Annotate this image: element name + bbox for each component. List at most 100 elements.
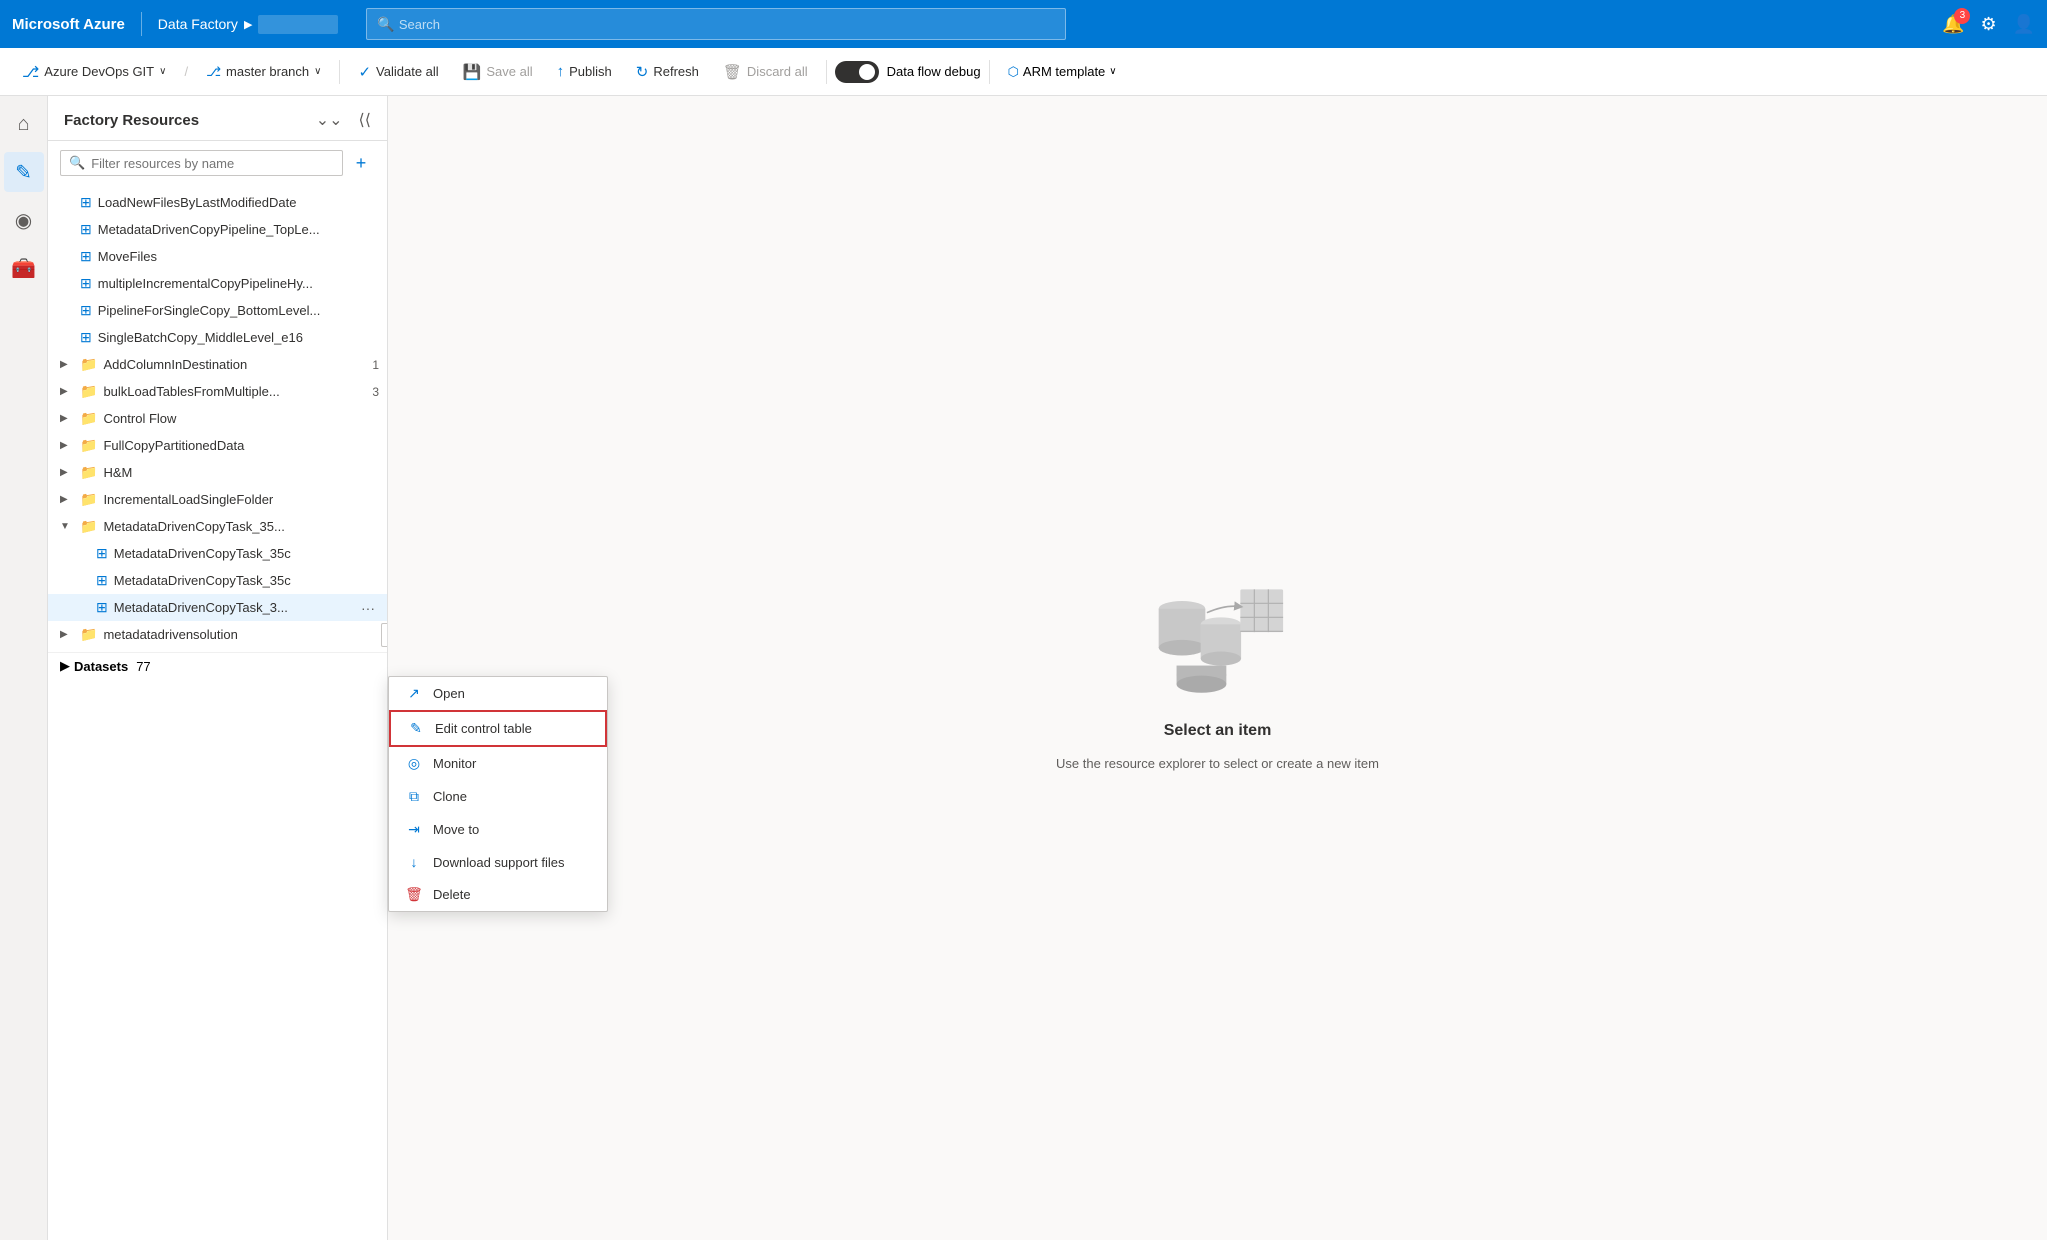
ctx-edit-control-table-item[interactable]: ✎ Edit control table <box>389 710 607 747</box>
git-branch-btn[interactable]: ⎇ Azure DevOps GIT ∨ <box>12 59 176 85</box>
arm-btn[interactable]: ⬡ ARM template ∨ <box>998 60 1127 84</box>
git-chevron: ∨ <box>159 66 166 77</box>
pipeline-icon: ⊞ <box>80 248 92 265</box>
list-item[interactable]: ⊞ MetadataDrivenCopyPipeline_TopLe... <box>48 216 387 243</box>
ctx-monitor-item[interactable]: ◎ Monitor <box>389 747 607 780</box>
debug-toggle[interactable] <box>835 61 879 83</box>
add-resource-btn[interactable]: + <box>347 149 375 177</box>
folder-icon: 📁 <box>80 410 97 427</box>
metadata-folder-item[interactable]: ▼ 📁 MetadataDrivenCopyTask_35... <box>48 513 387 540</box>
more-options-btn[interactable]: ··· <box>357 600 379 616</box>
notifications-btn[interactable]: 🔔 3 <box>1942 14 1964 35</box>
folder-icon: 📁 <box>80 383 97 400</box>
save-icon: 💾 <box>463 63 482 81</box>
item-label: MetadataDrivenCopyTask_35c <box>114 546 379 561</box>
item-label: MetadataDrivenCopyTask_3... <box>114 600 353 615</box>
list-item[interactable]: ⊞ LoadNewFilesByLastModifiedDate <box>48 189 387 216</box>
pencil-icon-btn[interactable]: ✎ <box>4 152 44 192</box>
branch-label: master branch <box>226 64 309 79</box>
download-icon: ↓ <box>405 854 423 870</box>
toolbar: ⎇ Azure DevOps GIT ∨ / ⎇ master branch ∨… <box>0 48 2047 96</box>
placeholder-subtitle: Use the resource explorer to select or c… <box>1056 756 1379 771</box>
ctx-download-label: Download support files <box>433 855 565 870</box>
ctx-delete-item[interactable]: 🗑 Delete <box>389 878 607 911</box>
discard-all-btn[interactable]: 🗑 Discard all <box>713 59 818 85</box>
expand-arrow: ▶ <box>60 386 76 397</box>
publish-btn[interactable]: ↑ Publish <box>547 59 622 84</box>
nav-icons: 🔔 3 ⚙ 👤 <box>1942 14 2035 35</box>
side-icons: ⌂ ✎ ◉ 🧰 <box>0 96 48 1240</box>
toolbox-icon-btn[interactable]: 🧰 <box>4 248 44 288</box>
toolbar-sep-1: / <box>180 64 192 79</box>
panel-header: Factory Resources ⌄⌄ ⟨⟨ <box>48 96 387 141</box>
arm-icon: ⬡ <box>1008 64 1019 80</box>
clone-icon: ⧉ <box>405 788 423 805</box>
item-label: PipelineForSingleCopy_BottomLevel... <box>98 303 379 318</box>
user-icon[interactable]: 👤 <box>2013 14 2035 35</box>
list-item[interactable]: ⊞ multipleIncrementalCopyPipelineHy... <box>48 270 387 297</box>
list-item[interactable]: ⊞ SingleBatchCopy_MiddleLevel_e16 <box>48 324 387 351</box>
item-count: 1 <box>372 358 379 372</box>
list-item[interactable]: ⊞ MetadataDrivenCopyTask_35c <box>48 567 387 594</box>
refresh-label: Refresh <box>653 64 699 79</box>
ctx-clone-item[interactable]: ⧉ Clone <box>389 780 607 813</box>
folder-icon: 📁 <box>80 518 97 535</box>
close-panel-btn[interactable]: ⟨⟨ <box>355 108 375 132</box>
arm-chevron: ∨ <box>1109 66 1116 77</box>
list-item[interactable]: ▶ 📁 AddColumnInDestination 1 <box>48 351 387 378</box>
list-item[interactable]: ⊞ MetadataDrivenCopyTask_35c <box>48 540 387 567</box>
brand-label: Microsoft Azure <box>12 16 125 33</box>
list-item[interactable]: ▶ 📁 FullCopyPartitionedData <box>48 432 387 459</box>
panel-title: Factory Resources <box>64 112 199 129</box>
sep-3 <box>826 60 827 84</box>
item-label: Control Flow <box>103 411 379 426</box>
actions-button[interactable]: Actions <box>381 623 387 647</box>
refresh-icon: ↻ <box>636 63 649 81</box>
monitor-icon-btn[interactable]: ◉ <box>4 200 44 240</box>
item-label: H&M <box>103 465 379 480</box>
df-breadcrumb-input[interactable] <box>258 15 338 34</box>
validate-all-btn[interactable]: ✓ Validate all <box>348 59 448 85</box>
validate-icon: ✓ <box>358 63 371 81</box>
list-item[interactable]: ▶ 📁 bulkLoadTablesFromMultiple... 3 <box>48 378 387 405</box>
search-icon: 🔍 <box>377 16 394 33</box>
search-box[interactable]: 🔍 <box>366 8 1066 40</box>
ctx-moveto-item[interactable]: ⇥ Move to <box>389 813 607 846</box>
item-label: FullCopyPartitionedData <box>103 438 379 453</box>
expand-arrow: ▶ <box>60 359 76 370</box>
filter-input[interactable] <box>91 156 334 171</box>
metadata-task-child3-item[interactable]: ⊞ MetadataDrivenCopyTask_3... ··· <box>48 594 387 621</box>
item-label: multipleIncrementalCopyPipelineHy... <box>98 276 379 291</box>
monitor-icon: ◎ <box>405 755 423 772</box>
ctx-moveto-label: Move to <box>433 822 479 837</box>
collapse-btn[interactable]: ⌄⌄ <box>312 108 347 132</box>
ctx-open-item[interactable]: ↗ Open <box>389 677 607 710</box>
metadatadrivensolution-item[interactable]: ▶ 📁 metadatadrivensolution Actions <box>48 621 387 648</box>
discard-icon: 🗑 <box>723 63 742 81</box>
moveto-icon: ⇥ <box>405 821 423 838</box>
settings-icon[interactable]: ⚙ <box>1980 14 1996 35</box>
ctx-clone-label: Clone <box>433 789 467 804</box>
pipeline-icon: ⊞ <box>80 221 92 238</box>
home-icon-btn[interactable]: ⌂ <box>4 104 44 144</box>
ctx-download-item[interactable]: ↓ Download support files <box>389 846 607 878</box>
pipeline-icon: ⊞ <box>80 275 92 292</box>
folder-icon: 📁 <box>80 437 97 454</box>
save-all-btn[interactable]: 💾 Save all <box>453 59 543 85</box>
tree-container: ⊞ LoadNewFilesByLastModifiedDate ⊞ Metad… <box>48 185 387 1240</box>
item-label: SingleBatchCopy_MiddleLevel_e16 <box>98 330 379 345</box>
list-item[interactable]: ▶ 📁 IncrementalLoadSingleFolder <box>48 486 387 513</box>
branch-btn[interactable]: ⎇ master branch ∨ <box>196 60 331 84</box>
git-label: Azure DevOps GIT <box>44 64 154 79</box>
search-input[interactable] <box>399 17 1056 32</box>
publish-label: Publish <box>569 64 612 79</box>
pipeline-icon: ⊞ <box>96 572 108 589</box>
list-item[interactable]: ⊞ MoveFiles <box>48 243 387 270</box>
refresh-btn[interactable]: ↻ Refresh <box>626 59 709 85</box>
datasets-item[interactable]: ▶ Datasets 77 <box>48 652 387 679</box>
control-flow-item[interactable]: ▶ 📁 Control Flow <box>48 405 387 432</box>
folder-icon: 📁 <box>80 626 97 643</box>
list-item[interactable]: ⊞ PipelineForSingleCopy_BottomLevel... <box>48 297 387 324</box>
discard-label: Discard all <box>747 64 808 79</box>
list-item[interactable]: ▶ 📁 H&M <box>48 459 387 486</box>
